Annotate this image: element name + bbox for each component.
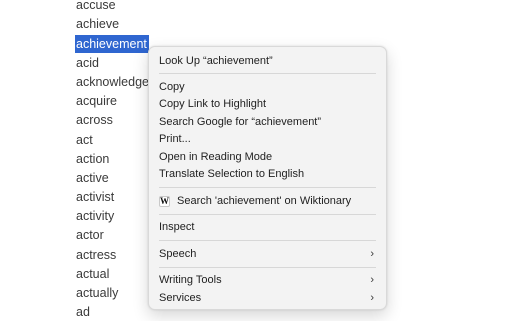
menu-item-label: Translate Selection to English <box>159 168 305 180</box>
word-item[interactable]: active <box>76 169 109 187</box>
word-item[interactable]: act <box>76 131 93 149</box>
menu-item-label: Search 'achievement' on Wiktionary <box>177 195 352 207</box>
menu-item-label: Copy Link to Highlight <box>159 98 267 110</box>
menu-item-reading-mode[interactable]: Open in Reading Mode <box>159 149 376 166</box>
word-item[interactable]: action <box>76 150 109 168</box>
menu-item-print[interactable]: Print... <box>159 131 376 148</box>
menu-item-label: Copy <box>159 81 185 93</box>
chevron-right-icon: › <box>370 292 374 304</box>
word-item[interactable]: across <box>76 111 113 129</box>
menu-item-label: Inspect <box>159 221 195 233</box>
word-item[interactable]: ad <box>76 303 90 321</box>
menu-item-label: Writing Tools <box>159 274 222 286</box>
word-item[interactable]: acquire <box>76 92 117 110</box>
menu-separator <box>159 267 376 268</box>
menu-item-wiktionary[interactable]: W Search 'achievement' on Wiktionary <box>159 193 376 210</box>
word-item[interactable]: activity <box>76 207 114 225</box>
menu-separator <box>159 240 376 241</box>
menu-item-copy[interactable]: Copy <box>159 79 376 96</box>
menu-item-label: Speech <box>159 248 197 260</box>
menu-item-label: Search Google for “achievement” <box>159 116 322 128</box>
word-item[interactable]: actually <box>76 284 118 302</box>
word-item-selected[interactable]: achievement <box>75 35 149 53</box>
menu-item-label: Services <box>159 292 202 304</box>
word-item[interactable]: achieve <box>76 15 119 33</box>
menu-item-label: Print... <box>159 133 191 145</box>
context-menu: Look Up “achievement” Copy Copy Link to … <box>148 46 387 310</box>
word-item[interactable]: acid <box>76 54 99 72</box>
menu-item-speech[interactable]: Speech › <box>159 246 376 263</box>
menu-item-label: Look Up “achievement” <box>159 55 273 67</box>
word-item[interactable]: actress <box>76 246 116 264</box>
chevron-right-icon: › <box>370 274 374 286</box>
menu-item-label: Open in Reading Mode <box>159 151 273 163</box>
menu-item-translate[interactable]: Translate Selection to English <box>159 166 376 183</box>
wiktionary-icon: W <box>159 196 170 207</box>
menu-separator <box>159 187 376 188</box>
menu-item-search-google[interactable]: Search Google for “achievement” <box>159 114 376 131</box>
menu-item-copy-link[interactable]: Copy Link to Highlight <box>159 96 376 113</box>
word-item[interactable]: accuse <box>76 0 116 14</box>
menu-item-look-up[interactable]: Look Up “achievement” <box>159 53 376 70</box>
menu-separator <box>159 214 376 215</box>
menu-item-inspect[interactable]: Inspect <box>159 219 376 236</box>
word-item[interactable]: acknowledge <box>76 73 149 91</box>
menu-item-services[interactable]: Services › <box>159 290 376 307</box>
chevron-right-icon: › <box>370 248 374 260</box>
word-item[interactable]: activist <box>76 188 114 206</box>
word-item[interactable]: actual <box>76 265 109 283</box>
menu-separator <box>159 73 376 74</box>
word-item[interactable]: actor <box>76 226 104 244</box>
menu-item-writing-tools[interactable]: Writing Tools › <box>159 272 376 289</box>
